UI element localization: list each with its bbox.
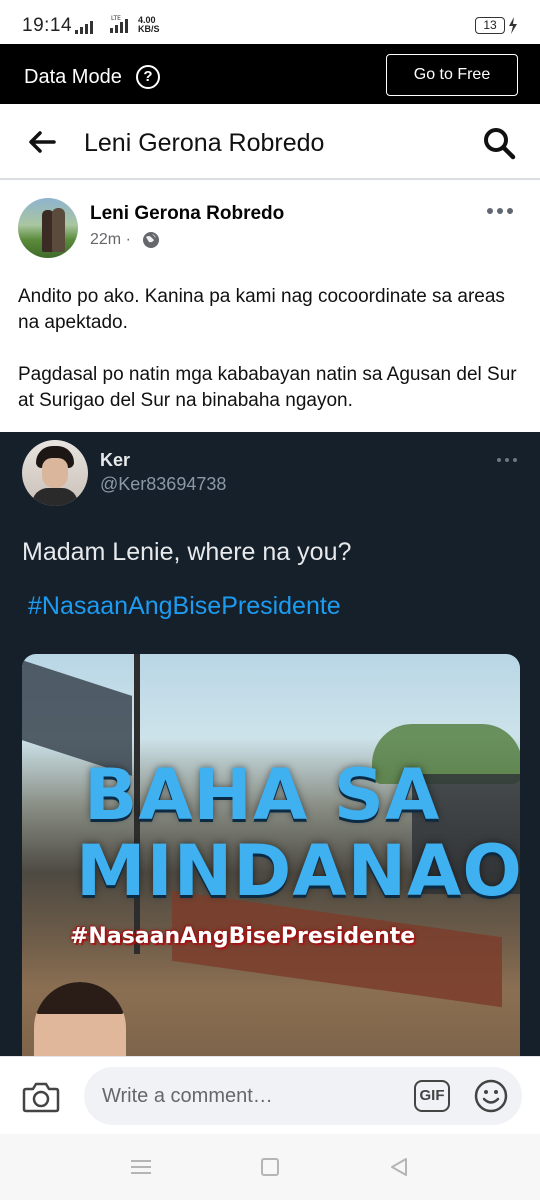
post-image[interactable]: Ker @Ker83694738 Madam Lenie, where na y… <box>0 432 540 1056</box>
post-paragraph: Andito po ako. Kanina pa kami nag cocoor… <box>18 286 505 333</box>
gif-icon[interactable]: GIF <box>414 1080 450 1112</box>
home-icon[interactable] <box>261 1158 279 1176</box>
page-header: Leni Gerona Robredo <box>0 104 540 180</box>
tweet-hashtag: #NasaanAngBisePresidente <box>28 592 341 620</box>
tweet-more-icon <box>497 458 517 462</box>
system-nav-bar <box>0 1134 540 1200</box>
photo-headline: MINDANAO <box>76 830 520 912</box>
comment-bar: Write a comment… GIF <box>0 1056 540 1134</box>
charging-icon <box>509 17 517 34</box>
meta-separator: · <box>125 231 131 248</box>
emoji-icon[interactable] <box>474 1079 508 1113</box>
photo-hashtag: #NasaanAngBisePresidente <box>70 924 416 949</box>
page-title: Leni Gerona Robredo <box>84 129 325 157</box>
tweet-author-name: Ker <box>100 450 131 470</box>
globe-icon <box>143 232 159 248</box>
post-meta: 22m · <box>90 231 131 249</box>
data-mode-banner: Data Mode ? Go to Free <box>0 44 540 104</box>
photo-headline: BAHA SA <box>84 754 441 836</box>
post-body: Andito po ako. Kanina pa kami nag cocoor… <box>18 284 528 414</box>
comment-placeholder: Write a comment… <box>102 1085 273 1107</box>
tweet-avatar <box>22 440 88 506</box>
tweet-author-handle: @Ker83694738 <box>100 474 227 494</box>
more-options-icon[interactable] <box>486 206 514 216</box>
lte-signal-icon: LTE <box>110 15 128 33</box>
network-speed-unit: KB/S <box>138 24 160 34</box>
go-to-free-button[interactable]: Go to Free <box>386 54 518 96</box>
post-author-name[interactable]: Leni Gerona Robredo <box>90 203 284 225</box>
camera-icon[interactable] <box>22 1081 60 1113</box>
comment-input[interactable]: Write a comment… GIF <box>84 1067 522 1125</box>
post-time[interactable]: 22m <box>90 231 121 248</box>
photo-person <box>34 982 126 1056</box>
tweet-photo: BAHA SA MINDANAO #NasaanAngBisePresident… <box>22 654 520 1056</box>
help-icon[interactable]: ? <box>136 65 160 89</box>
battery-icon: 13 <box>475 17 505 34</box>
status-bar: 19:14 LTE 4.00 KB/S 13 <box>0 0 540 44</box>
status-time: 19:14 <box>22 15 73 36</box>
signal-icon <box>75 21 93 34</box>
search-icon[interactable] <box>482 126 516 160</box>
author-avatar[interactable] <box>18 198 78 258</box>
back-arrow-icon[interactable] <box>28 130 56 154</box>
recent-apps-icon[interactable] <box>130 1158 152 1176</box>
tweet-text: Madam Lenie, where na you? <box>22 538 352 566</box>
lte-label: LTE <box>111 15 121 22</box>
data-mode-label: Data Mode <box>24 66 122 88</box>
system-back-icon[interactable] <box>388 1156 410 1178</box>
post-paragraph: Pagdasal po natin mga kababayan natin sa… <box>18 364 517 411</box>
network-speed: 4.00 KB/S <box>138 16 160 34</box>
